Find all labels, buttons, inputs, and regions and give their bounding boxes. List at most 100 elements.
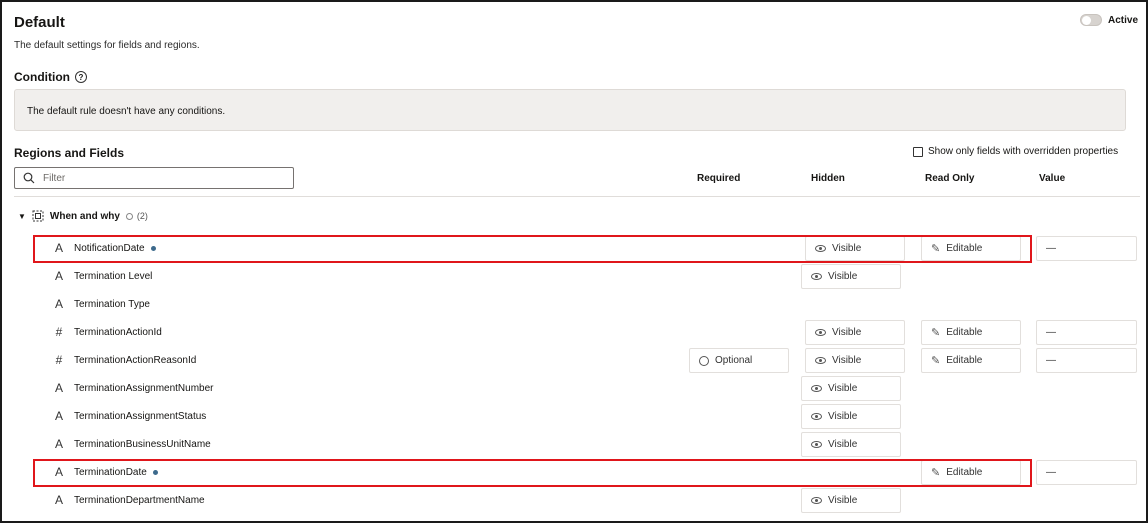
hidden-select[interactable]: Visible — [801, 264, 901, 289]
hidden-select[interactable]: Visible — [805, 320, 905, 345]
value-field[interactable]: — — [1036, 236, 1137, 261]
hidden-value: Visible — [828, 383, 858, 394]
field-name: TerminationAssignmentStatus — [74, 411, 207, 422]
page-title: Default — [14, 14, 65, 31]
field-name: Termination Level — [74, 271, 153, 282]
override-label: Show only fields with overridden propert… — [928, 146, 1119, 157]
group-when-and-why[interactable]: ▼ When and why (2) — [18, 210, 148, 222]
field-name: TerminationActionReasonId — [74, 355, 197, 366]
text-field-icon: A — [54, 381, 63, 395]
table-row[interactable]: A Termination Level Visible — [0, 263, 1148, 291]
eye-icon — [811, 385, 822, 392]
search-icon — [23, 172, 35, 184]
field-name: TerminationActionId — [74, 327, 162, 338]
required-select[interactable]: Optional — [689, 348, 789, 373]
active-toggle[interactable] — [1079, 14, 1102, 26]
help-icon[interactable]: ? — [74, 71, 87, 83]
read-only-value: Editable — [946, 355, 983, 366]
eye-icon — [815, 329, 826, 336]
text-field-icon: A — [54, 437, 63, 451]
condition-box: The default rule doesn't have any condit… — [14, 89, 1126, 131]
hidden-select[interactable]: Visible — [805, 348, 905, 373]
hidden-select[interactable]: Visible — [801, 488, 901, 513]
group-name: When and why — [49, 210, 120, 222]
group-count: (2) — [125, 211, 148, 221]
field-name: TerminationDate — [74, 467, 147, 478]
eye-icon — [815, 245, 826, 252]
read-only-value: Editable — [946, 243, 983, 254]
table-row[interactable]: A TerminationDepartmentName Visible — [0, 487, 1148, 515]
caret-down-icon[interactable]: ▼ — [18, 212, 26, 221]
region-icon — [32, 210, 44, 222]
read-only-select[interactable]: ✎ Editable — [921, 348, 1021, 373]
text-field-icon: A — [54, 493, 63, 507]
table-row[interactable]: A TerminationBusinessUnitName Visible — [0, 431, 1148, 459]
text-field-icon: A — [54, 465, 63, 479]
field-name: TerminationDepartmentName — [74, 495, 205, 506]
field-label: TerminationDepartmentName — [74, 495, 205, 506]
field-label: NotificationDate — [74, 243, 156, 254]
text-field-icon: A — [54, 269, 63, 283]
hidden-select[interactable]: Visible — [801, 376, 901, 401]
hidden-value: Visible — [832, 243, 862, 254]
value-field[interactable]: — — [1036, 320, 1137, 345]
field-name: TerminationBusinessUnitName — [74, 439, 211, 450]
condition-message: The default rule doesn't have any condit… — [27, 106, 226, 117]
field-label: TerminationAssignmentStatus — [74, 411, 206, 422]
column-header-hidden: Hidden — [811, 173, 845, 184]
active-label: Active — [1107, 14, 1138, 26]
override-filter[interactable]: Show only fields with overridden propert… — [913, 146, 1118, 157]
field-label: TerminationActionReasonId — [74, 355, 196, 366]
eye-icon — [811, 441, 822, 448]
number-field-icon: # — [55, 325, 63, 339]
pencil-icon: ✎ — [931, 243, 941, 255]
value-text: — — [1046, 327, 1056, 338]
table-row[interactable]: A NotificationDate Visible ✎ Editable — — [0, 235, 1148, 263]
table-row[interactable]: # TerminationActionReasonId Optional Vis… — [0, 347, 1148, 375]
filter-placeholder: Filter — [43, 172, 66, 184]
regions-title: Regions and Fields — [14, 146, 125, 160]
read-only-value: Editable — [946, 327, 983, 338]
modified-dot-icon — [152, 470, 158, 475]
hidden-select[interactable]: Visible — [801, 404, 901, 429]
table-row[interactable]: A Termination Type — [0, 291, 1148, 319]
read-only-select[interactable]: ✎ Editable — [921, 236, 1021, 261]
field-label: Termination Type — [74, 299, 150, 310]
field-label: TerminationDate — [74, 467, 158, 478]
field-label: TerminationActionId — [74, 327, 162, 338]
table-row[interactable]: # TerminationActionId Visible ✎ Editable … — [0, 319, 1148, 347]
filter-input[interactable]: Filter — [14, 167, 294, 189]
table-row[interactable]: A TerminationAssignmentNumber Visible — [0, 375, 1148, 403]
column-header-read-only: Read Only — [925, 173, 975, 184]
read-only-select[interactable]: ✎ Editable — [921, 460, 1021, 485]
value-field[interactable]: — — [1036, 460, 1137, 485]
field-label: Termination Level — [74, 271, 152, 282]
eye-icon — [811, 273, 822, 280]
field-name: NotificationDate — [74, 243, 145, 254]
eye-icon — [815, 357, 826, 364]
table-row[interactable]: A TerminationAssignmentStatus Visible — [0, 403, 1148, 431]
text-field-icon: A — [54, 241, 63, 255]
modified-dot-icon — [150, 246, 156, 251]
value-text: — — [1046, 243, 1056, 254]
page-subtitle: The default settings for fields and regi… — [14, 40, 200, 51]
ring-icon — [125, 212, 133, 220]
read-only-select[interactable]: ✎ Editable — [921, 320, 1021, 345]
value-text: — — [1046, 355, 1056, 366]
radio-icon — [699, 355, 709, 366]
text-field-icon: A — [54, 297, 63, 311]
column-header-value: Value — [1039, 173, 1066, 184]
value-text: — — [1046, 467, 1056, 478]
hidden-select[interactable]: Visible — [805, 236, 905, 261]
hidden-select[interactable]: Visible — [801, 432, 901, 457]
hidden-value: Visible — [828, 439, 858, 450]
table-row[interactable]: A TerminationDate ✎ Editable — — [0, 459, 1148, 487]
active-toggle-wrap[interactable]: Active — [1079, 14, 1138, 26]
column-header-required: Required — [697, 173, 741, 184]
pencil-icon: ✎ — [931, 355, 941, 367]
value-field[interactable]: — — [1036, 348, 1137, 373]
condition-title: Condition — [14, 70, 70, 84]
pencil-icon: ✎ — [931, 467, 941, 479]
number-field-icon: # — [55, 353, 63, 367]
override-checkbox[interactable] — [913, 146, 923, 157]
